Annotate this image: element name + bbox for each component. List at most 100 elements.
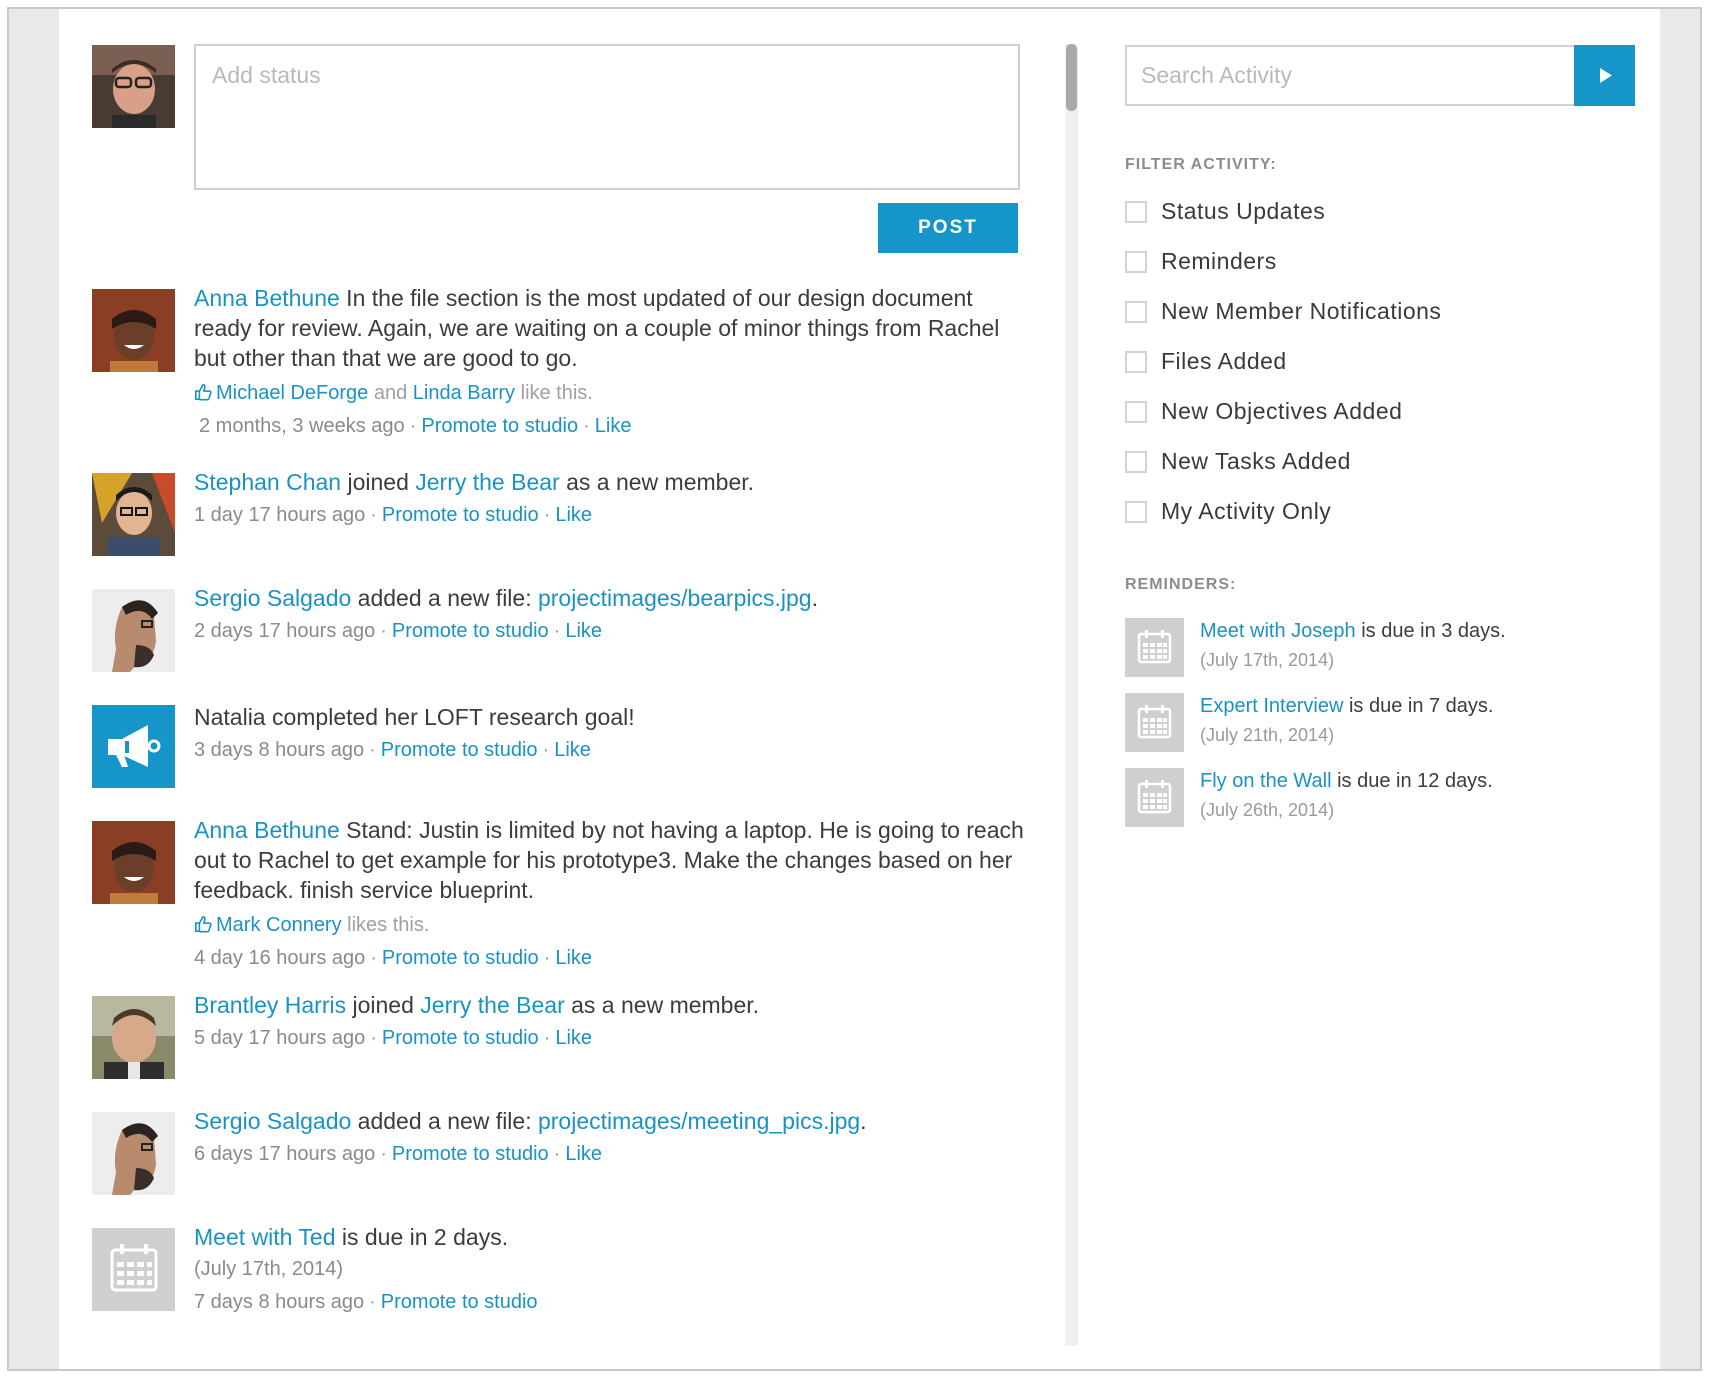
user-link[interactable]: Brantley Harris	[194, 992, 346, 1018]
likes-suffix: likes this.	[341, 914, 430, 936]
promote-link[interactable]: Promote to studio	[421, 415, 578, 437]
feed-meta: 1 day 17 hours ago · Promote to studio · Lik…	[194, 504, 593, 526]
feed-meta: 4 day 16 hours ago · Promote to studio · Lik…	[194, 947, 593, 969]
like-link[interactable]: Like	[555, 1027, 592, 1049]
status-input[interactable]	[194, 44, 1020, 190]
avatar[interactable]	[92, 996, 175, 1079]
filter-label: New Objectives Added	[1161, 398, 1403, 424]
feed-meta: 6 days 17 hours ago · Promote to studio · Li…	[194, 1143, 603, 1165]
filter-heading: FILTER ACTIVITY:	[1125, 156, 1277, 173]
liker-link[interactable]: Mark Connery	[216, 914, 342, 936]
reminder-suffix: is due in 3 days.	[1355, 620, 1506, 642]
checkbox[interactable]	[1125, 401, 1147, 423]
feed-item-text: Stephan Chan joined Jerry the Bear as a …	[194, 467, 1034, 497]
filter-label: Files Added	[1161, 348, 1287, 374]
feed-meta: 7 days 8 hours ago · Promote to studio	[194, 1291, 538, 1313]
filter-label: New Tasks Added	[1161, 448, 1351, 474]
reminder-item: Expert Interview is due in 7 days.	[1200, 695, 1493, 718]
thumbs-up-icon	[194, 383, 212, 401]
action-text: joined	[341, 469, 416, 495]
current-user-avatar[interactable]	[92, 45, 175, 128]
feed-meta: 2 months, 3 weeks ago · Promote to studio ·…	[199, 415, 632, 437]
project-link[interactable]: Jerry the Bear	[415, 469, 559, 495]
promote-link[interactable]: Promote to studio	[382, 504, 539, 526]
reminder-suffix: is due in 7 days.	[1343, 695, 1494, 717]
reminders-heading: REMINDERS:	[1125, 576, 1237, 593]
reminder-link[interactable]: Expert Interview	[1200, 695, 1343, 717]
post-body: Natalia completed her LOFT research goal…	[194, 704, 635, 730]
feed-item-text: Anna Bethune Stand: Justin is limited by…	[194, 815, 1034, 905]
action-text: .	[860, 1108, 867, 1134]
like-link[interactable]: Like	[555, 504, 592, 526]
action-text: added a new file:	[351, 585, 538, 611]
liker-link[interactable]: Michael DeForge	[216, 382, 368, 404]
post-button[interactable]: POST	[878, 203, 1018, 253]
promote-link[interactable]: Promote to studio	[382, 947, 539, 969]
feed-item-text: Meet with Ted is due in 2 days.	[194, 1222, 1034, 1252]
likes-connector: and	[368, 382, 413, 404]
feed-item-text: Sergio Salgado added a new file: project…	[194, 583, 1034, 613]
scrollbar-track[interactable]	[1065, 44, 1078, 1346]
promote-link[interactable]: Promote to studio	[382, 1027, 539, 1049]
like-link[interactable]: Like	[595, 415, 632, 437]
user-link[interactable]: Stephan Chan	[194, 469, 341, 495]
checkbox[interactable]	[1125, 351, 1147, 373]
liker-link[interactable]: Linda Barry	[413, 382, 515, 404]
avatar[interactable]	[92, 289, 175, 372]
like-link[interactable]: Like	[565, 620, 602, 642]
reminder-link[interactable]: Meet with Ted	[194, 1224, 335, 1250]
timestamp: 7 days 8 hours ago	[194, 1291, 365, 1313]
file-link[interactable]: projectimages/bearpics.jpg	[538, 585, 812, 611]
user-link[interactable]: Sergio Salgado	[194, 585, 351, 611]
user-link[interactable]: Anna Bethune	[194, 285, 340, 311]
avatar[interactable]	[92, 473, 175, 556]
avatar[interactable]	[92, 589, 175, 672]
user-link[interactable]: Sergio Salgado	[194, 1108, 351, 1134]
like-link[interactable]: Like	[565, 1143, 602, 1165]
reminder-link[interactable]: Meet with Joseph	[1200, 620, 1356, 642]
checkbox[interactable]	[1125, 201, 1147, 223]
avatar[interactable]	[92, 1112, 175, 1195]
avatar[interactable]	[92, 821, 175, 904]
timestamp: 4 day 16 hours ago	[194, 947, 366, 969]
calendar-icon	[1125, 693, 1184, 752]
user-link[interactable]: Anna Bethune	[194, 817, 340, 843]
like-link[interactable]: Like	[555, 947, 592, 969]
timestamp: 1 day 17 hours ago	[194, 504, 366, 526]
file-link[interactable]: projectimages/meeting_pics.jpg	[538, 1108, 860, 1134]
thumbs-up-icon	[194, 915, 212, 933]
checkbox[interactable]	[1125, 301, 1147, 323]
checkbox[interactable]	[1125, 451, 1147, 473]
feed-meta: 5 day 17 hours ago · Promote to studio · Lik…	[194, 1027, 593, 1049]
search-button[interactable]	[1574, 45, 1635, 106]
reminder-item: Meet with Joseph is due in 3 days.	[1200, 620, 1506, 643]
reminder-date: (July 17th, 2014)	[194, 1258, 343, 1281]
filter-label: New Member Notifications	[1161, 298, 1442, 324]
action-text: is due in 2 days.	[335, 1224, 509, 1250]
feed-item-text: Brantley Harris joined Jerry the Bear as…	[194, 990, 1034, 1020]
checkbox[interactable]	[1125, 501, 1147, 523]
checkbox[interactable]	[1125, 251, 1147, 273]
promote-link[interactable]: Promote to studio	[381, 739, 538, 761]
calendar-icon	[92, 1228, 175, 1311]
timestamp: 3 days 8 hours ago	[194, 739, 365, 761]
calendar-icon	[1125, 768, 1184, 827]
megaphone-icon	[92, 705, 175, 788]
scrollbar-thumb[interactable]	[1066, 44, 1077, 111]
reminder-item: Fly on the Wall is due in 12 days.	[1200, 770, 1493, 793]
promote-link[interactable]: Promote to studio	[392, 620, 549, 642]
feed-item-text: Anna Bethune In the file section is the …	[194, 283, 1034, 373]
search-input[interactable]	[1125, 45, 1574, 106]
like-link[interactable]: Like	[554, 739, 591, 761]
promote-link[interactable]: Promote to studio	[381, 1291, 538, 1313]
filter-label: Status Updates	[1161, 198, 1326, 224]
reminder-date: (July 17th, 2014)	[1200, 650, 1335, 670]
likes-suffix: like this.	[515, 382, 593, 404]
project-link[interactable]: Jerry the Bear	[420, 992, 564, 1018]
timestamp: 5 day 17 hours ago	[194, 1027, 366, 1049]
timestamp: 6 days 17 hours ago	[194, 1143, 376, 1165]
likes-line: Mark Connery likes this.	[194, 914, 429, 937]
date-text: (July 17th, 2014)	[194, 1258, 343, 1280]
promote-link[interactable]: Promote to studio	[392, 1143, 549, 1165]
reminder-link[interactable]: Fly on the Wall	[1200, 770, 1332, 792]
